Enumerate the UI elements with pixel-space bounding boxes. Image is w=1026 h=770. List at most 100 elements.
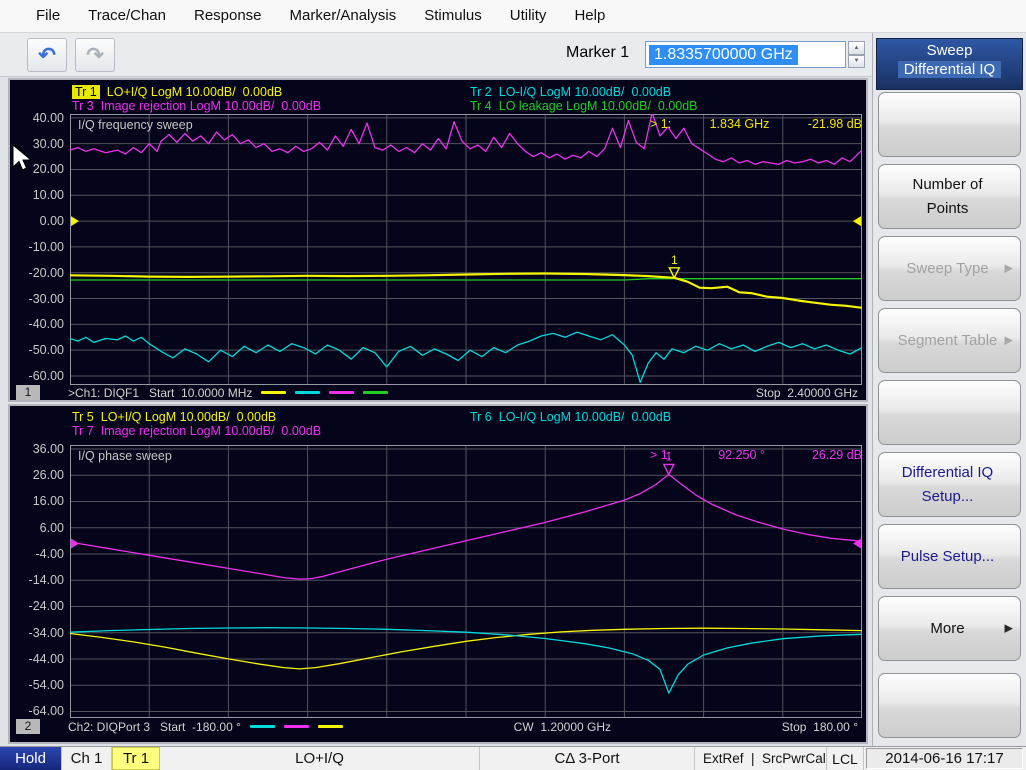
lower-graph-window[interactable]: Tr 5 LO+I/Q LogM 10.00dB/ 0.00dB Tr 6 LO-I/…: [8, 404, 868, 744]
trace-label-id[interactable]: Tr 1: [72, 85, 100, 99]
menu-trace-chan[interactable]: Trace/Chan: [74, 0, 180, 32]
status-bar: Hold Ch 1 Tr 1 LO+I/Q CΔ 3-Port ExtRef |…: [0, 746, 1026, 770]
trace-label-id[interactable]: Tr 2: [470, 85, 492, 99]
trace-label-id[interactable]: Tr 6: [470, 410, 492, 424]
marker-readout-value: 26.29 dB: [811, 448, 862, 462]
softkey-title-line2: Differential IQ: [897, 61, 1002, 78]
y-axis-tick-label: -20.00: [28, 265, 64, 280]
undo-icon: ↶: [38, 43, 56, 67]
marker-readout-value: -21.98 dB: [807, 117, 862, 131]
softkey-more[interactable]: More ▶: [878, 596, 1021, 661]
softkey-label: Differential IQ Setup...: [901, 464, 994, 505]
undo-button[interactable]: ↶: [27, 38, 67, 72]
y-axis-tick-label: -50.00: [28, 343, 64, 358]
trace-legend-entry[interactable]: Tr 1 LO+I/Q LogM 10.00dB/ 0.00dB: [72, 85, 282, 99]
softkey-pulse-setup[interactable]: Pulse Setup...: [878, 524, 1021, 589]
status-channel[interactable]: Ch 1: [62, 747, 112, 770]
trace-label-id[interactable]: Tr 7: [72, 424, 94, 438]
marker-readout-stimulus: 1.834 GHz: [709, 117, 770, 131]
x-axis-start-label: Start -180.00 °: [160, 719, 241, 734]
softkey-label: Pulse Setup...: [900, 547, 995, 565]
y-axis-tick-label: -34.00: [28, 625, 64, 640]
marker-readout: > 1: 1.834 GHz -21.98 dB: [650, 117, 862, 131]
trace-label-id[interactable]: Tr 4: [470, 99, 492, 113]
trace-legend-entry[interactable]: Tr 7 Image rejection LogM 10.00dB/ 0.00dB: [72, 424, 321, 438]
y-axis-tick-label: 10.00: [32, 188, 64, 203]
x-axis-start-label: Start 10.0000 MHz: [149, 385, 253, 400]
channel-number-badge[interactable]: 1: [16, 385, 40, 400]
trace-color-key: [363, 391, 389, 394]
channel-number-badge[interactable]: 2: [16, 719, 40, 734]
plot-footer: 2 Ch2: DIQPort 3 Start -180.00 ° CW 1.2000…: [16, 719, 858, 734]
status-calibration: CΔ 3-Port: [480, 747, 695, 770]
redo-button[interactable]: ↷: [75, 38, 115, 72]
trace-legend-entry[interactable]: Tr 2 LO-I/Q LogM 10.00dB/ 0.00dB: [470, 85, 671, 99]
spin-up-button[interactable]: ▲: [848, 41, 865, 55]
menu-bar: File Trace/Chan Response Marker/Analysis…: [0, 0, 1026, 33]
marker-frequency-value: 1.8335700000 GHz: [649, 44, 798, 65]
marker-frequency-input[interactable]: 1.8335700000 GHz: [645, 41, 846, 68]
status-active-trace[interactable]: Tr 1: [112, 747, 160, 770]
trace-legend-entry[interactable]: Tr 5 LO+I/Q LogM 10.00dB/ 0.00dB: [72, 410, 276, 424]
marker-1-symbol[interactable]: [662, 463, 675, 476]
softkey-blank-5: [878, 380, 1021, 445]
y-axis-tick-label: 16.00: [32, 494, 64, 509]
trace-label-text[interactable]: Image rejection LogM 10.00dB/ 0.00dB: [101, 424, 321, 438]
y-axis-tick-label: -10.00: [28, 239, 64, 254]
marker-readout-id: > 1:: [650, 117, 672, 131]
reference-level-arrow-left: [71, 538, 79, 549]
x-axis-stop-label: Stop 2.40000 GHz: [755, 385, 858, 400]
softkey-segment-table[interactable]: Segment Table ▶: [878, 308, 1021, 373]
softkey-label: Segment Table: [897, 331, 998, 349]
upper-graph-window[interactable]: Tr 1 LO+I/Q LogM 10.00dB/ 0.00dB Tr 2 LO-I/…: [8, 78, 868, 402]
menu-help[interactable]: Help: [560, 0, 619, 32]
channel-label: >Ch1: DIQF1: [68, 385, 150, 400]
marker-1-number: 1: [671, 253, 678, 267]
plot-title: I/Q phase sweep: [78, 449, 172, 463]
y-axis-tick-label: 0.00: [39, 214, 64, 229]
status-sweep-hold[interactable]: Hold: [0, 747, 62, 770]
softkey-number-of-points[interactable]: Number of Points: [878, 164, 1021, 229]
menu-marker-analysis[interactable]: Marker/Analysis: [276, 0, 411, 32]
softkey-sweep-type[interactable]: Sweep Type ▶: [878, 236, 1021, 301]
y-axis-tick-label: 36.00: [32, 441, 64, 456]
y-axis-tick-label: 40.00: [32, 110, 64, 125]
softkey-differential-iq-setup[interactable]: Differential IQ Setup...: [878, 452, 1021, 517]
trace-label-text[interactable]: LO-I/Q LogM 10.00dB/ 0.00dB: [499, 410, 671, 424]
submenu-arrow-icon: ▶: [1004, 261, 1013, 274]
trace-label-id[interactable]: Tr 3: [72, 99, 94, 113]
y-axis-tick-label: 26.00: [32, 468, 64, 483]
trace-label-text[interactable]: LO+I/Q LogM 10.00dB/ 0.00dB: [107, 85, 282, 99]
trace-label-text[interactable]: Image rejection LogM 10.00dB/ 0.00dB: [101, 99, 321, 113]
trace-color-key: [329, 391, 355, 394]
y-axis-tick-label: -14.00: [28, 573, 64, 588]
marker-readout: > 1: 92.250 ° 26.29 dB: [650, 448, 862, 462]
mouse-cursor: [12, 144, 33, 171]
trace-legend-entry[interactable]: Tr 6 LO-I/Q LogM 10.00dB/ 0.00dB: [470, 410, 671, 424]
y-axis-tick-label: 6.00: [39, 520, 64, 535]
trace-legend-entry[interactable]: Tr 3 Image rejection LogM 10.00dB/ 0.00dB: [72, 99, 321, 113]
menu-utility[interactable]: Utility: [496, 0, 561, 32]
marker-readout-id: > 1:: [650, 448, 672, 462]
trace-label-text[interactable]: LO leakage LogM 10.00dB/ 0.00dB: [499, 99, 698, 113]
trace-color-key: [249, 725, 275, 728]
y-axis-tick-label: -60.00: [28, 368, 64, 383]
menu-stimulus[interactable]: Stimulus: [410, 0, 496, 32]
spin-down-button[interactable]: ▼: [848, 54, 865, 68]
trace-label-text[interactable]: LO+I/Q LogM 10.00dB/ 0.00dB: [101, 410, 276, 424]
graticule[interactable]: 1: [70, 445, 862, 718]
status-lcl: LCL: [827, 747, 864, 770]
menu-response[interactable]: Response: [180, 0, 276, 32]
trace-label-id[interactable]: Tr 5: [72, 410, 94, 424]
submenu-arrow-icon: ▶: [1004, 333, 1013, 346]
softkey-panel-title: Sweep Differential IQ: [876, 38, 1023, 90]
channel-label: Ch2: DIQPort 3: [68, 719, 161, 734]
softkey-label: More: [930, 619, 965, 637]
menu-file[interactable]: File: [22, 0, 74, 32]
softkey-blank-1: [878, 92, 1021, 157]
trace-label-text[interactable]: LO-I/Q LogM 10.00dB/ 0.00dB: [499, 85, 671, 99]
graticule[interactable]: 1: [70, 114, 862, 385]
status-measurement: LO+I/Q: [160, 747, 480, 770]
toolbar: ↶ ↷ Marker 1 1.8335700000 GHz ▲ ▼: [0, 33, 872, 77]
trace-legend-entry[interactable]: Tr 4 LO leakage LogM 10.00dB/ 0.00dB: [470, 99, 698, 113]
